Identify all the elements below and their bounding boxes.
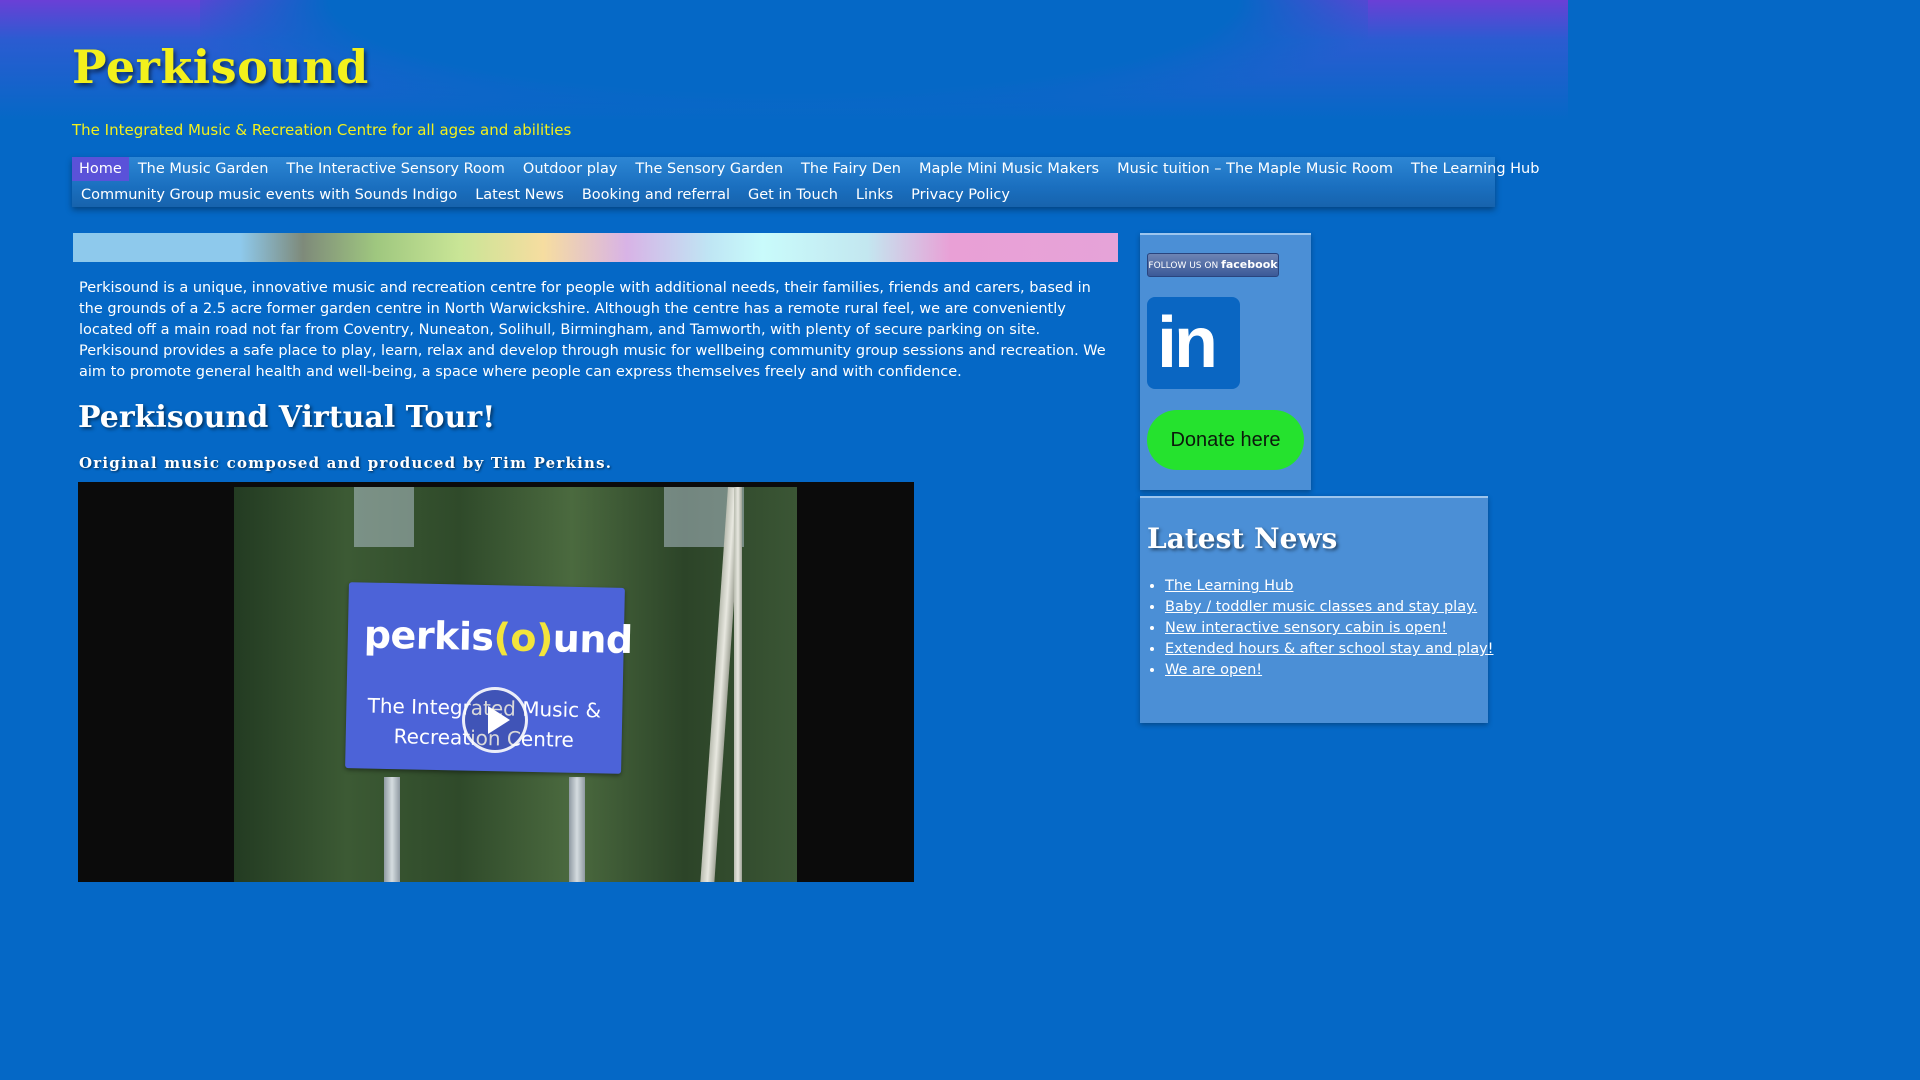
list-item: Baby / toddler music classes and stay pl…	[1165, 597, 1500, 618]
play-icon[interactable]	[462, 687, 528, 753]
sign-post	[569, 777, 585, 882]
list-item: Extended hours & after school stay and p…	[1165, 639, 1500, 660]
sign-post	[384, 777, 400, 882]
news-link-baby-toddler[interactable]: Baby / toddler music classes and stay pl…	[1165, 599, 1477, 615]
latest-news-widget: Latest News The Learning Hub Baby / todd…	[1140, 496, 1494, 723]
nav-item-music-garden[interactable]: The Music Garden	[129, 157, 278, 181]
list-item: New interactive sensory cabin is open!	[1165, 618, 1500, 639]
latest-news-heading: Latest News	[1147, 522, 1338, 555]
nav-row-2: Community Group music events with Sounds…	[72, 183, 1019, 209]
nav-item-booking-referral[interactable]: Booking and referral	[573, 183, 739, 207]
nav-item-learning-hub[interactable]: The Learning Hub	[1402, 157, 1548, 181]
nav-item-get-in-touch[interactable]: Get in Touch	[739, 183, 847, 207]
nav-item-music-tuition[interactable]: Music tuition – The Maple Music Room	[1108, 157, 1402, 181]
nav-item-outdoor-play[interactable]: Outdoor play	[514, 157, 627, 181]
site-title[interactable]: Perkisound	[72, 40, 369, 94]
nav-item-interactive-sensory-room[interactable]: The Interactive Sensory Room	[277, 157, 513, 181]
nav-item-links[interactable]: Links	[847, 183, 902, 207]
social-widget: FOLLOW US ON facebook in Donate here	[1140, 233, 1311, 490]
sign-logo-left: perkis	[363, 612, 494, 660]
nav-item-latest-news[interactable]: Latest News	[466, 183, 573, 207]
sign-logo-sound-icon: (o)	[493, 615, 554, 661]
facebook-brand: facebook	[1221, 258, 1278, 271]
virtual-tour-video[interactable]: perkis(o)und The Integrated Music & Recr…	[78, 482, 914, 882]
virtual-tour-subtitle: Original music composed and produced by …	[79, 454, 613, 472]
tree-trunk	[734, 487, 742, 882]
video-thumbnail: perkis(o)und The Integrated Music & Recr…	[234, 487, 797, 882]
linkedin-icon[interactable]: in	[1147, 297, 1240, 389]
nav-row-1: Home The Music Garden The Interactive Se…	[72, 157, 1548, 183]
rainbow-banner	[73, 233, 1118, 262]
sign-logo-right: und	[552, 616, 634, 663]
nav-item-maple-mini-music-makers[interactable]: Maple Mini Music Makers	[910, 157, 1108, 181]
facebook-follow-button[interactable]: FOLLOW US ON facebook	[1147, 253, 1279, 277]
linkedin-icon-text: in	[1157, 303, 1218, 383]
news-link-we-are-open[interactable]: We are open!	[1165, 662, 1262, 678]
sky-patch	[354, 487, 414, 547]
nav-item-fairy-den[interactable]: The Fairy Den	[792, 157, 910, 181]
news-link-learning-hub[interactable]: The Learning Hub	[1165, 578, 1293, 594]
latest-news-list: The Learning Hub Baby / toddler music cl…	[1147, 576, 1500, 681]
news-link-extended-hours[interactable]: Extended hours & after school stay and p…	[1165, 641, 1494, 657]
nav-item-home[interactable]: Home	[72, 157, 129, 181]
intro-paragraph: Perkisound is a unique, innovative music…	[79, 280, 1106, 380]
nav-item-community-group[interactable]: Community Group music events with Sounds…	[72, 183, 466, 207]
virtual-tour-heading: Perkisound Virtual Tour!	[78, 400, 496, 435]
facebook-follow-prefix: FOLLOW US ON	[1148, 261, 1219, 271]
site-tagline: The Integrated Music & Recreation Centre…	[72, 121, 572, 139]
nav-item-privacy-policy[interactable]: Privacy Policy	[902, 183, 1019, 207]
news-link-sensory-cabin[interactable]: New interactive sensory cabin is open!	[1165, 620, 1447, 636]
main-navigation: Home The Music Garden The Interactive Se…	[72, 157, 1539, 209]
nav-item-sensory-garden[interactable]: The Sensory Garden	[626, 157, 792, 181]
sign-logo: perkis(o)und	[363, 612, 633, 662]
list-item: The Learning Hub	[1165, 576, 1500, 597]
donate-button[interactable]: Donate here	[1147, 410, 1304, 470]
list-item: We are open!	[1165, 660, 1500, 681]
